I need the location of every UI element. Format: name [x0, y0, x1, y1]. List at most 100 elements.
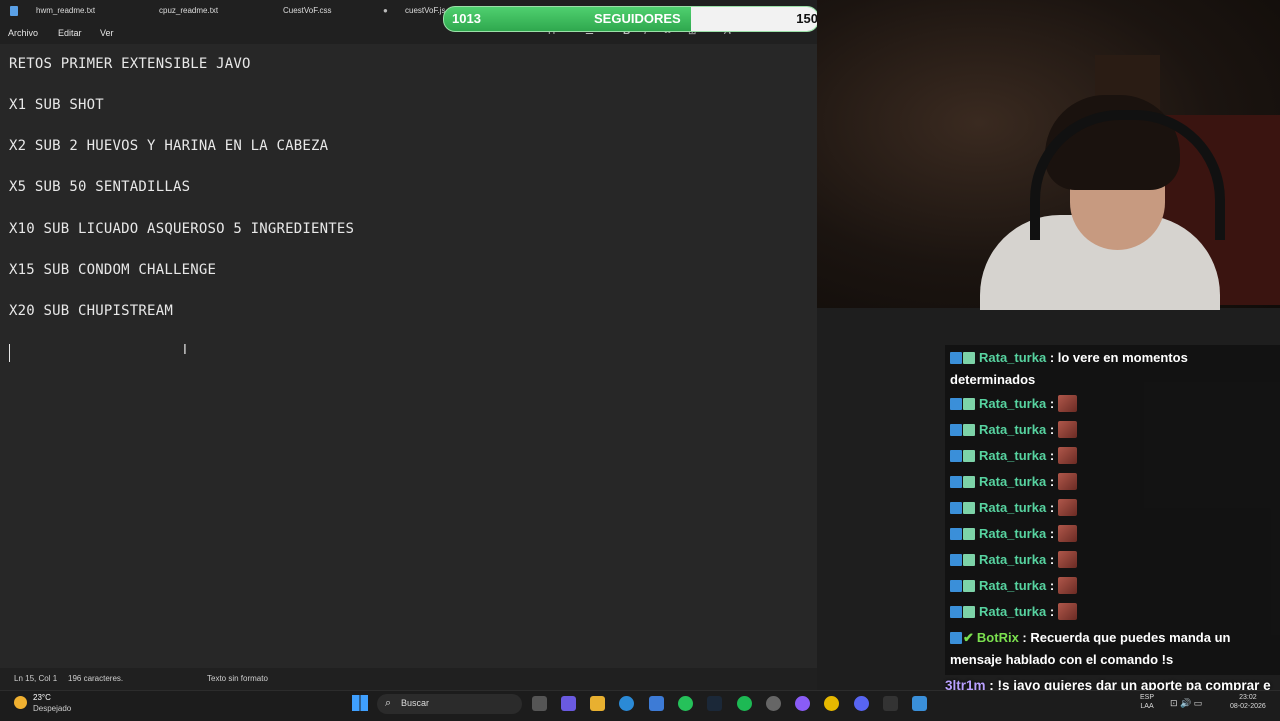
- language-code: ESP: [1140, 694, 1155, 701]
- goal-target-count: 150: [796, 11, 818, 26]
- chat-text: :: [1049, 500, 1055, 515]
- file-explorer-icon[interactable]: [590, 696, 605, 711]
- prime-badge-icon: [950, 450, 962, 462]
- chat-text: :: [1049, 474, 1055, 489]
- taskbar: [0, 690, 1280, 721]
- document-line: X1 SUB SHOT: [9, 97, 104, 113]
- prime-badge-icon: [950, 398, 962, 410]
- text-caret: [9, 344, 10, 362]
- tab-hwm-readme[interactable]: hwm_readme.txt: [36, 0, 146, 22]
- chat-text: :: [1049, 552, 1055, 567]
- character-count: 196 caracteres.: [68, 674, 124, 683]
- chat-username: Rata_turka: [979, 526, 1047, 541]
- weather-moon-icon[interactable]: [14, 696, 27, 709]
- menu-view[interactable]: Ver: [100, 22, 114, 44]
- chat-username: Rata_turka: [979, 578, 1047, 593]
- chat-text: :: [1049, 448, 1055, 463]
- steam-icon[interactable]: [707, 696, 722, 711]
- sub-badge-icon: [963, 424, 975, 436]
- tab-cuestvof-js[interactable]: cuestVoF.js: [405, 0, 445, 22]
- document-line: X15 SUB CONDOM CHALLENGE: [9, 262, 217, 278]
- sub-badge-icon: [963, 352, 975, 364]
- search-icon: ⌕: [385, 697, 392, 709]
- sub-badge-icon: [963, 450, 975, 462]
- weather-temperature[interactable]: 23°C: [33, 693, 51, 702]
- chat-username: BotRix: [976, 630, 1019, 645]
- tab-cuestvof-css[interactable]: CuestVoF.css: [283, 0, 383, 22]
- chat-message: Rata_turka :: [950, 419, 1278, 441]
- menu-file[interactable]: Archivo: [8, 22, 38, 44]
- document-line: RETOS PRIMER EXTENSIBLE JAVO: [9, 56, 251, 72]
- prime-badge-icon: [950, 476, 962, 488]
- prime-badge-icon: [950, 352, 962, 364]
- emote-icon: [1058, 447, 1078, 464]
- chat-message: Rata_turka :: [950, 393, 1278, 415]
- chat-username: Rata_turka: [979, 500, 1047, 515]
- follower-goal-bar: 1013 SEGUIDORES 150: [443, 6, 819, 32]
- prime-badge-icon: [950, 606, 962, 618]
- clock[interactable]: 23:02 08-02-2026: [1230, 693, 1266, 711]
- sub-badge-icon: [963, 580, 975, 592]
- chrome-icon[interactable]: [824, 696, 839, 711]
- task-view-icon[interactable]: [532, 696, 547, 711]
- chat-message: Rata_turka :: [950, 549, 1278, 571]
- prime-badge-icon: [950, 632, 962, 644]
- chat-message: Rata_turka :: [950, 445, 1278, 467]
- menu-edit[interactable]: Editar: [58, 22, 82, 44]
- emote-icon: [1058, 395, 1078, 412]
- chat-text: :: [1049, 578, 1055, 593]
- input-language[interactable]: ESP LAA: [1140, 693, 1154, 711]
- chat-username: Rata_turka: [979, 396, 1047, 411]
- emote-icon: [1058, 603, 1078, 620]
- sub-badge-icon: [963, 528, 975, 540]
- notepad-icon: [10, 6, 18, 16]
- app-icon[interactable]: [795, 696, 810, 711]
- spotify-icon[interactable]: [737, 696, 752, 711]
- chat-message: Rata_turka : lo vere en momentos determi…: [950, 347, 1250, 391]
- verified-check-icon: ✔: [963, 630, 974, 645]
- chat-username: Rata_turka: [979, 422, 1047, 437]
- text-editor[interactable]: RETOS PRIMER EXTENSIBLE JAVO X1 SUB SHOT…: [0, 44, 817, 668]
- emote-icon: [1058, 525, 1078, 542]
- notepad-taskbar-icon[interactable]: [912, 696, 927, 711]
- prime-badge-icon: [950, 580, 962, 592]
- clock-date: 08-02-2026: [1230, 703, 1266, 710]
- tab-cpuz-readme[interactable]: cpuz_readme.txt: [159, 0, 269, 22]
- taskbar-search-input[interactable]: [377, 694, 522, 714]
- chat-username: Rata_turka: [979, 604, 1047, 619]
- prime-badge-icon: [950, 528, 962, 540]
- sub-badge-icon: [963, 606, 975, 618]
- copilot-icon[interactable]: [561, 696, 576, 711]
- search-placeholder: Buscar: [401, 698, 430, 708]
- chat-message: Rata_turka :: [950, 497, 1278, 519]
- tray-icons[interactable]: ⊡ 🔊 ▭: [1170, 698, 1202, 709]
- document-line: X5 SUB 50 SENTADILLAS: [9, 179, 191, 195]
- emote-icon: [1058, 473, 1078, 490]
- emote-icon: [1058, 499, 1078, 516]
- chat-text: :: [1049, 396, 1055, 411]
- chat-message: ✔ BotRix : Recuerda que puedes manda un m…: [950, 627, 1260, 671]
- edge-icon[interactable]: [619, 696, 634, 711]
- chat-username: Rata_turka: [979, 552, 1047, 567]
- chat-message: Rata_turka :: [950, 523, 1278, 545]
- cursor-position: Ln 15, Col 1: [14, 674, 58, 683]
- weather-description[interactable]: Despejado: [33, 704, 71, 713]
- goal-label: SEGUIDORES: [594, 11, 681, 26]
- whatsapp-icon[interactable]: [678, 696, 693, 711]
- sub-badge-icon: [963, 502, 975, 514]
- windows-start-icon[interactable]: [352, 695, 368, 711]
- app-icon[interactable]: [766, 696, 781, 711]
- epic-games-icon[interactable]: [883, 696, 898, 711]
- document-line: X10 SUB LICUADO ASQUEROSO 5 INGREDIENTES: [9, 221, 355, 237]
- chat-message: Rata_turka :: [950, 601, 1278, 623]
- emote-icon: [1058, 577, 1078, 594]
- goal-current-count: 1013: [452, 11, 481, 26]
- store-icon[interactable]: [649, 696, 664, 711]
- emote-icon: [1058, 421, 1078, 438]
- chat-message: Rata_turka :: [950, 575, 1278, 597]
- chat-username: Rata_turka: [979, 474, 1047, 489]
- discord-icon[interactable]: [854, 696, 869, 711]
- chat-username: Rata_turka: [979, 448, 1047, 463]
- chat-message: Rata_turka :: [950, 471, 1278, 493]
- language-layout: LAA: [1140, 703, 1154, 710]
